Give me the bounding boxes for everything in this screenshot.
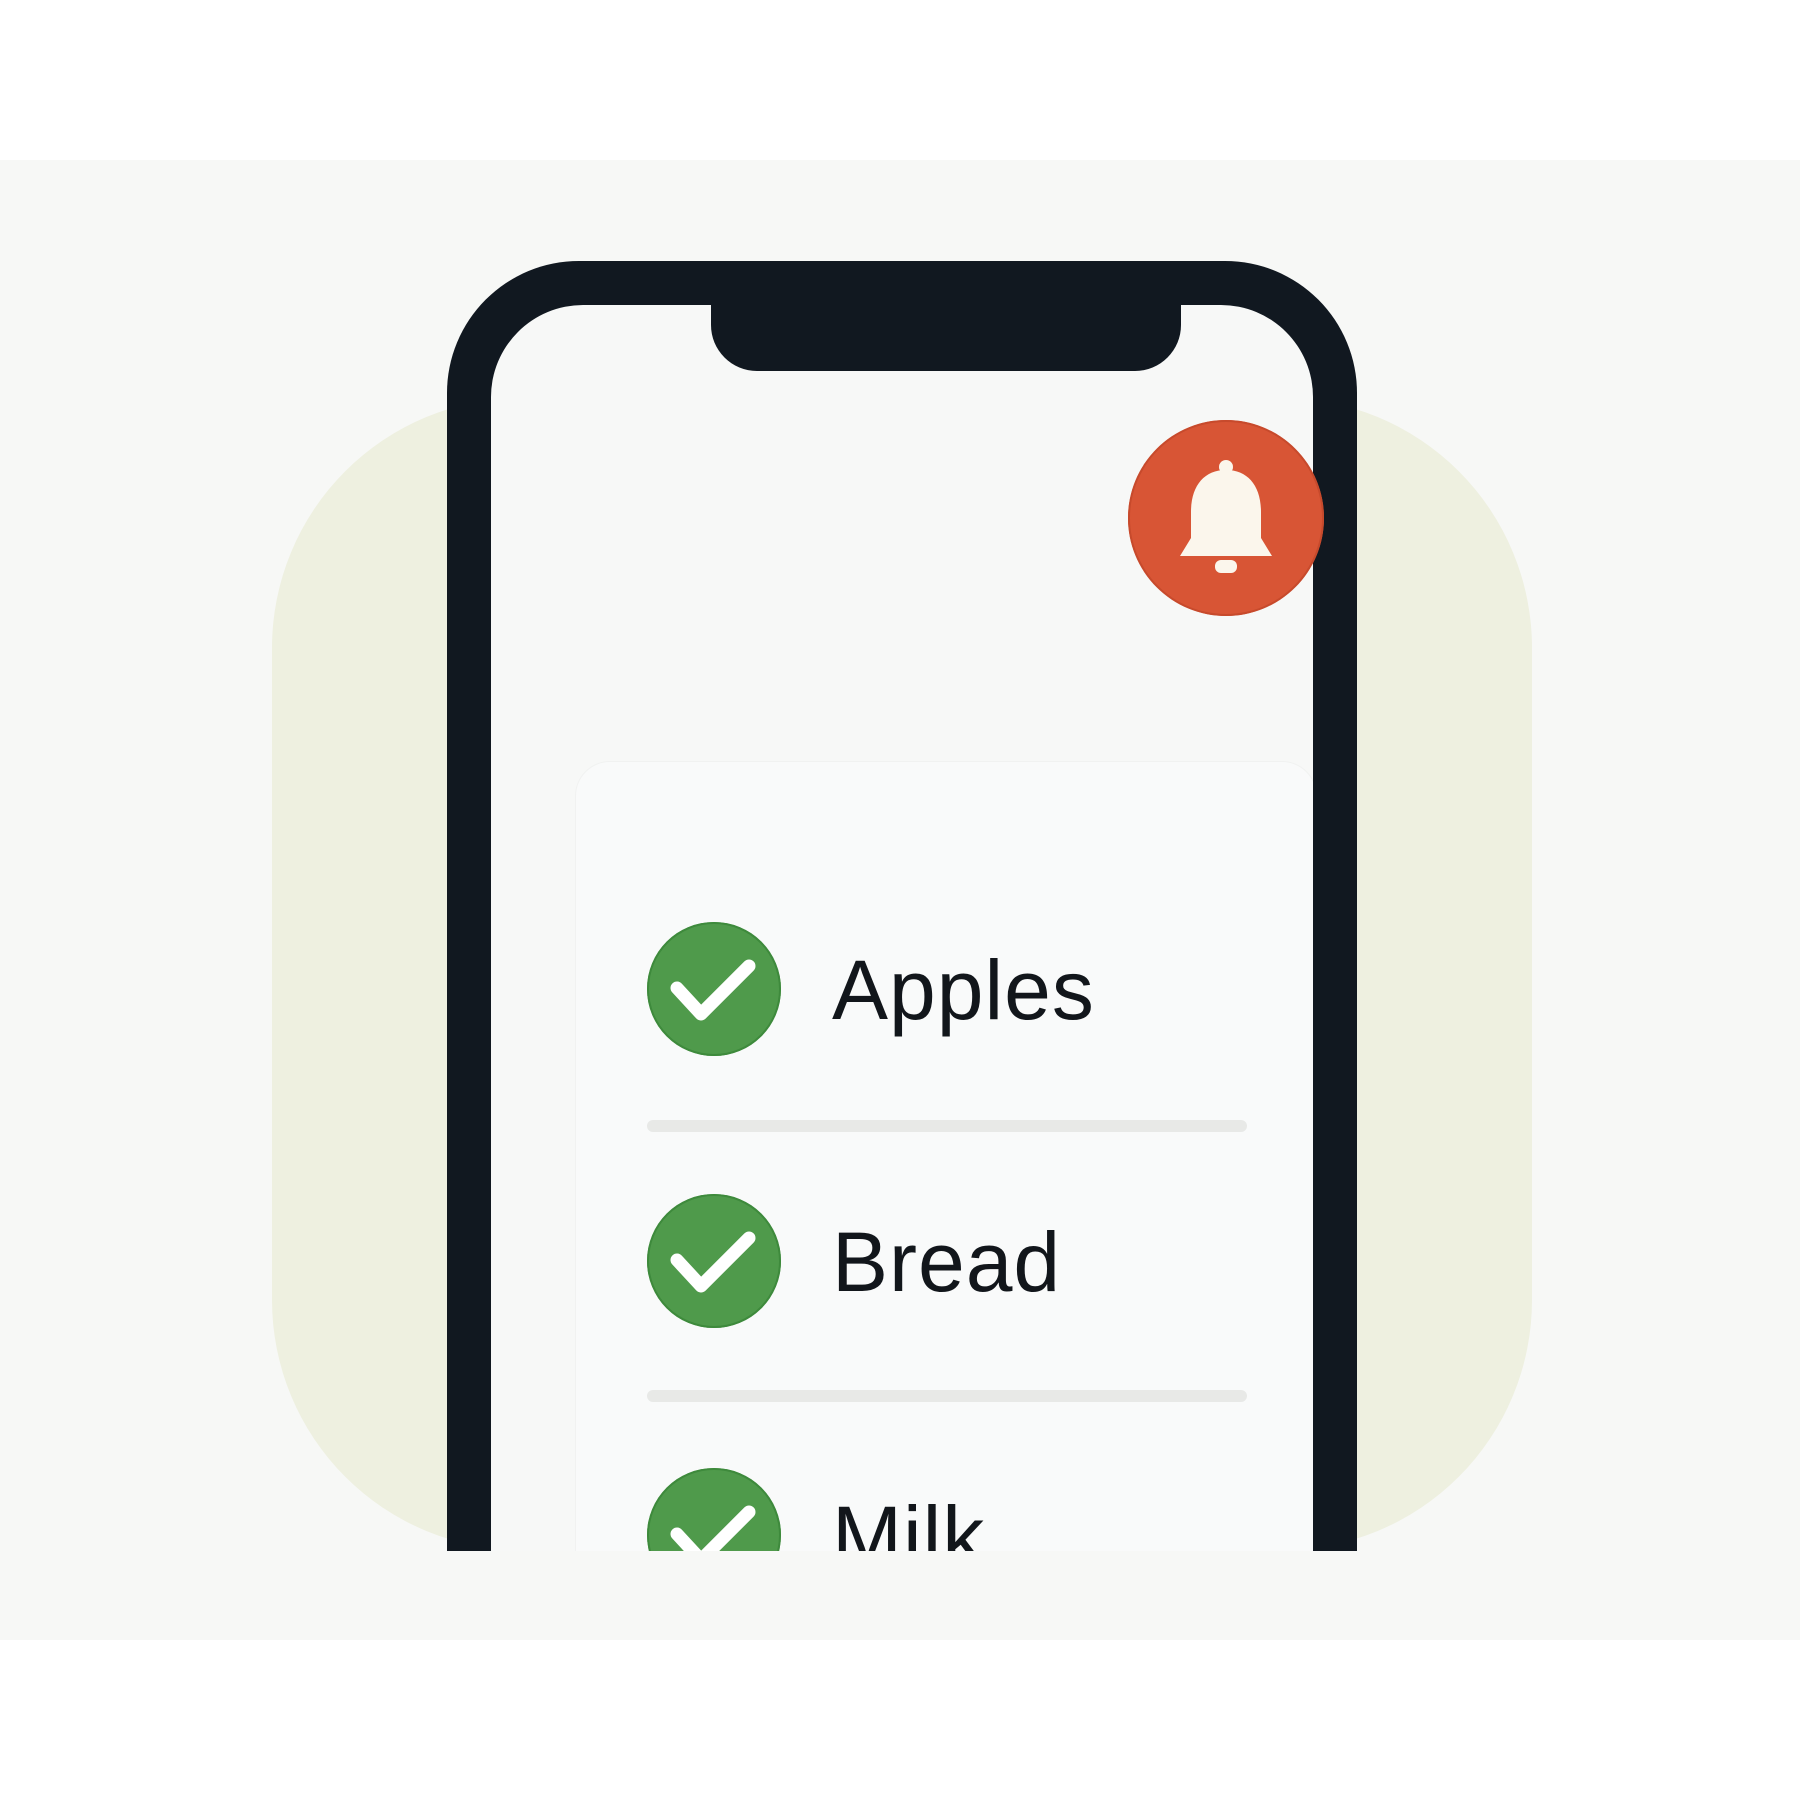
shopping-list-card: Apples Bread Milk: [576, 762, 1313, 1551]
list-item[interactable]: Milk: [576, 1468, 1313, 1551]
check-circle-icon[interactable]: [647, 922, 781, 1056]
checkmark-icon: [670, 1505, 756, 1551]
phone-notch: [711, 305, 1181, 371]
checkmark-icon: [670, 1231, 756, 1293]
notification-bell-button[interactable]: [1128, 420, 1324, 616]
list-item-label: Milk: [832, 1489, 986, 1551]
check-circle-icon[interactable]: [647, 1468, 781, 1551]
list-item-label: Apples: [832, 943, 1095, 1037]
bell-icon: [1180, 460, 1272, 573]
list-divider: [647, 1390, 1247, 1402]
list-item[interactable]: Apples: [576, 922, 1313, 1142]
list-item[interactable]: Bread: [576, 1194, 1313, 1414]
list-divider: [647, 1120, 1247, 1132]
list-item-label: Bread: [832, 1215, 1062, 1309]
illustration-canvas: Apples Bread Milk: [0, 0, 1800, 1800]
checkmark-icon: [670, 959, 756, 1021]
check-circle-icon[interactable]: [647, 1194, 781, 1328]
